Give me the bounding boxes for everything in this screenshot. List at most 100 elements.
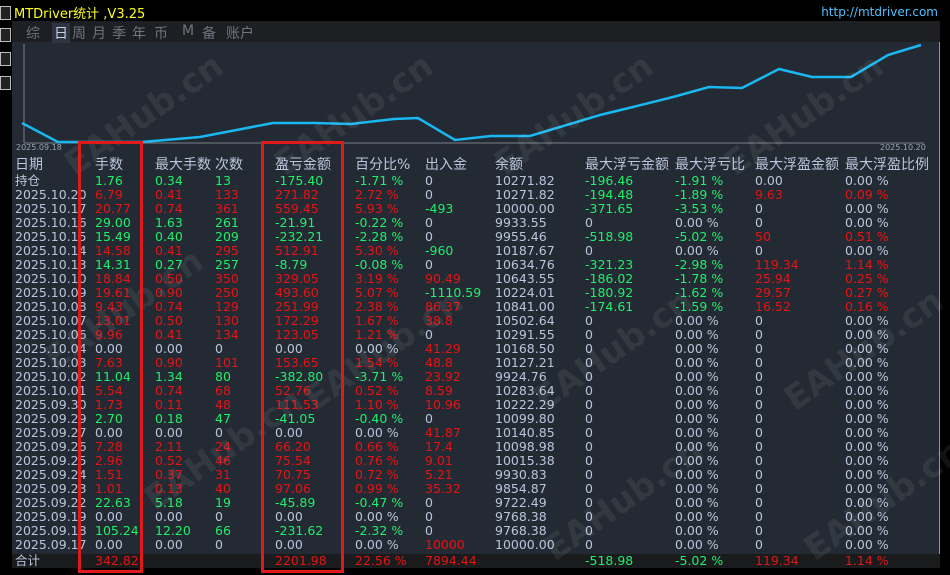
tab-3[interactable]: 月 bbox=[90, 23, 108, 43]
cell-deposit: 0 bbox=[425, 411, 433, 426]
tab-9[interactable]: 账户 bbox=[224, 23, 256, 43]
cell-profit: 251.99 bbox=[275, 299, 319, 314]
cell-profit: -41.05 bbox=[275, 411, 316, 426]
cell-max-float-profit: 0 bbox=[755, 201, 763, 216]
cell-date: 2025.09.27 bbox=[15, 425, 87, 440]
cell-max-float-profit-pct: 0.51 % bbox=[845, 229, 889, 244]
cell-max-lots: 12.20 bbox=[155, 523, 191, 538]
toolbar-button[interactable] bbox=[0, 52, 11, 66]
cell-date: 2025.10.01 bbox=[15, 383, 87, 398]
cell-max-float-profit: 0 bbox=[755, 369, 763, 384]
cell-max-lots: 0.74 bbox=[155, 383, 183, 398]
title-bar: MTDriver统计 ,V3.25 http://mtdriver.com bbox=[12, 0, 940, 22]
cell-balance: 10000.00 bbox=[495, 201, 555, 216]
cell-profit: 0.00 bbox=[275, 341, 303, 356]
cell-balance: 9854.87 bbox=[495, 481, 547, 496]
cell-max-lots: 2.11 bbox=[155, 439, 183, 454]
cell-max-float-loss: 0 bbox=[585, 313, 593, 328]
cell-deposit: 0 bbox=[425, 495, 433, 510]
cell-percent: 5.93 % bbox=[355, 201, 399, 216]
cell-max-float-profit: 0 bbox=[755, 383, 763, 398]
cell-max-float-loss: -180.92 bbox=[585, 285, 634, 300]
cell-max-float-loss: 0 bbox=[585, 369, 593, 384]
cell-max-float-profit: 0 bbox=[755, 467, 763, 482]
cell-date: 合计 bbox=[15, 553, 41, 568]
cell-max-float-profit: 0 bbox=[755, 215, 763, 230]
cell-percent: 0.66 % bbox=[355, 439, 399, 454]
cell-lots: 6.79 bbox=[95, 187, 123, 202]
header-percent: 百分比% bbox=[355, 157, 411, 173]
website-link[interactable]: http://mtdriver.com bbox=[821, 5, 938, 19]
cell-balance: 10015.38 bbox=[495, 453, 555, 468]
cell-max-float-profit-pct: 0.00 % bbox=[845, 173, 889, 188]
toolbar-button[interactable] bbox=[0, 76, 11, 90]
cell-date: 2025.10.03 bbox=[15, 355, 87, 370]
cell-date: 2025.09.25 bbox=[15, 453, 87, 468]
cell-profit: 52.76 bbox=[275, 383, 311, 398]
cell-max-float-profit: 0 bbox=[755, 397, 763, 412]
cell-max-float-loss-pct: -2.98 % bbox=[675, 257, 724, 272]
cell-max-float-profit-pct: 0.00 % bbox=[845, 215, 889, 230]
tab-8[interactable]: 备 bbox=[200, 23, 218, 43]
cell-max-float-profit-pct: 0.09 % bbox=[845, 187, 889, 202]
cell-percent: 0.00 % bbox=[355, 341, 399, 356]
cell-count: 68 bbox=[215, 383, 231, 398]
cell-profit: 2201.98 bbox=[275, 553, 327, 568]
cell-max-lots: 1.63 bbox=[155, 215, 183, 230]
header-balance: 余额 bbox=[495, 157, 523, 173]
cell-count: 46 bbox=[215, 453, 231, 468]
cell-max-lots: 0.18 bbox=[155, 411, 183, 426]
cell-max-float-profit: 0 bbox=[755, 411, 763, 426]
tab-1[interactable]: 日 bbox=[52, 23, 70, 43]
cell-deposit: 0 bbox=[425, 173, 433, 188]
cell-deposit: 0 bbox=[425, 523, 433, 538]
toolbar-button[interactable] bbox=[0, 6, 11, 20]
cell-balance: 10222.29 bbox=[495, 397, 555, 412]
cell-max-lots: 0.90 bbox=[155, 285, 183, 300]
cell-deposit: 38.8 bbox=[425, 313, 453, 328]
cell-deposit: 23.92 bbox=[425, 369, 461, 384]
cell-date: 2025.10.02 bbox=[15, 369, 87, 384]
cell-percent: 0.52 % bbox=[355, 383, 399, 398]
cell-count: 47 bbox=[215, 411, 231, 426]
cell-lots: 14.31 bbox=[95, 257, 131, 272]
cell-count: 295 bbox=[215, 243, 239, 258]
tab-4[interactable]: 季 bbox=[110, 23, 128, 43]
toolbar-button[interactable] bbox=[0, 28, 11, 42]
cell-max-float-loss: 0 bbox=[585, 411, 593, 426]
cell-max-float-loss-pct: 0.00 % bbox=[675, 215, 719, 230]
cell-lots: 11.04 bbox=[95, 369, 131, 384]
tab-0[interactable]: 综 bbox=[24, 23, 42, 43]
cell-date: 2025.10.04 bbox=[15, 341, 87, 356]
cell-deposit: -493 bbox=[425, 201, 454, 216]
cell-lots: 0.00 bbox=[95, 425, 123, 440]
tab-2[interactable]: 周 bbox=[70, 23, 88, 43]
cell-max-float-loss: 0 bbox=[585, 243, 593, 258]
cell-percent: -0.47 % bbox=[355, 495, 404, 510]
tab-5[interactable]: 年 bbox=[130, 23, 148, 43]
cell-max-float-profit: 0 bbox=[755, 495, 763, 510]
cell-balance: 10224.01 bbox=[495, 285, 555, 300]
cell-date: 2025.09.17 bbox=[15, 537, 87, 552]
cell-max-lots: 0.74 bbox=[155, 299, 183, 314]
cell-max-lots: 0.74 bbox=[155, 201, 183, 216]
cell-count: 31 bbox=[215, 467, 231, 482]
cell-max-lots: 0.40 bbox=[155, 229, 183, 244]
cell-count: 24 bbox=[215, 439, 231, 454]
tab-6[interactable]: 币 bbox=[152, 23, 170, 43]
cell-max-float-profit-pct: 0.00 % bbox=[845, 467, 889, 482]
cell-max-float-loss-pct: 0.00 % bbox=[675, 369, 719, 384]
cell-max-float-profit-pct: 0.00 % bbox=[845, 383, 889, 398]
cell-count: 0 bbox=[215, 537, 223, 552]
cell-max-float-profit: 0 bbox=[755, 537, 763, 552]
cell-lots: 1.51 bbox=[95, 467, 123, 482]
cell-max-float-profit: 0 bbox=[755, 243, 763, 258]
cell-profit: 123.05 bbox=[275, 327, 319, 342]
cell-profit: 493.60 bbox=[275, 285, 319, 300]
cell-date: 2025.10.07 bbox=[15, 313, 87, 328]
cell-count: 350 bbox=[215, 271, 239, 286]
table-row: 2025.09.18 105.24 12.20 66 -231.62 -2.32 % 0 97… bbox=[12, 524, 940, 538]
cell-max-float-loss: -196.46 bbox=[585, 173, 634, 188]
cell-balance: 10841.00 bbox=[495, 299, 555, 314]
tab-7[interactable]: M bbox=[180, 23, 196, 39]
